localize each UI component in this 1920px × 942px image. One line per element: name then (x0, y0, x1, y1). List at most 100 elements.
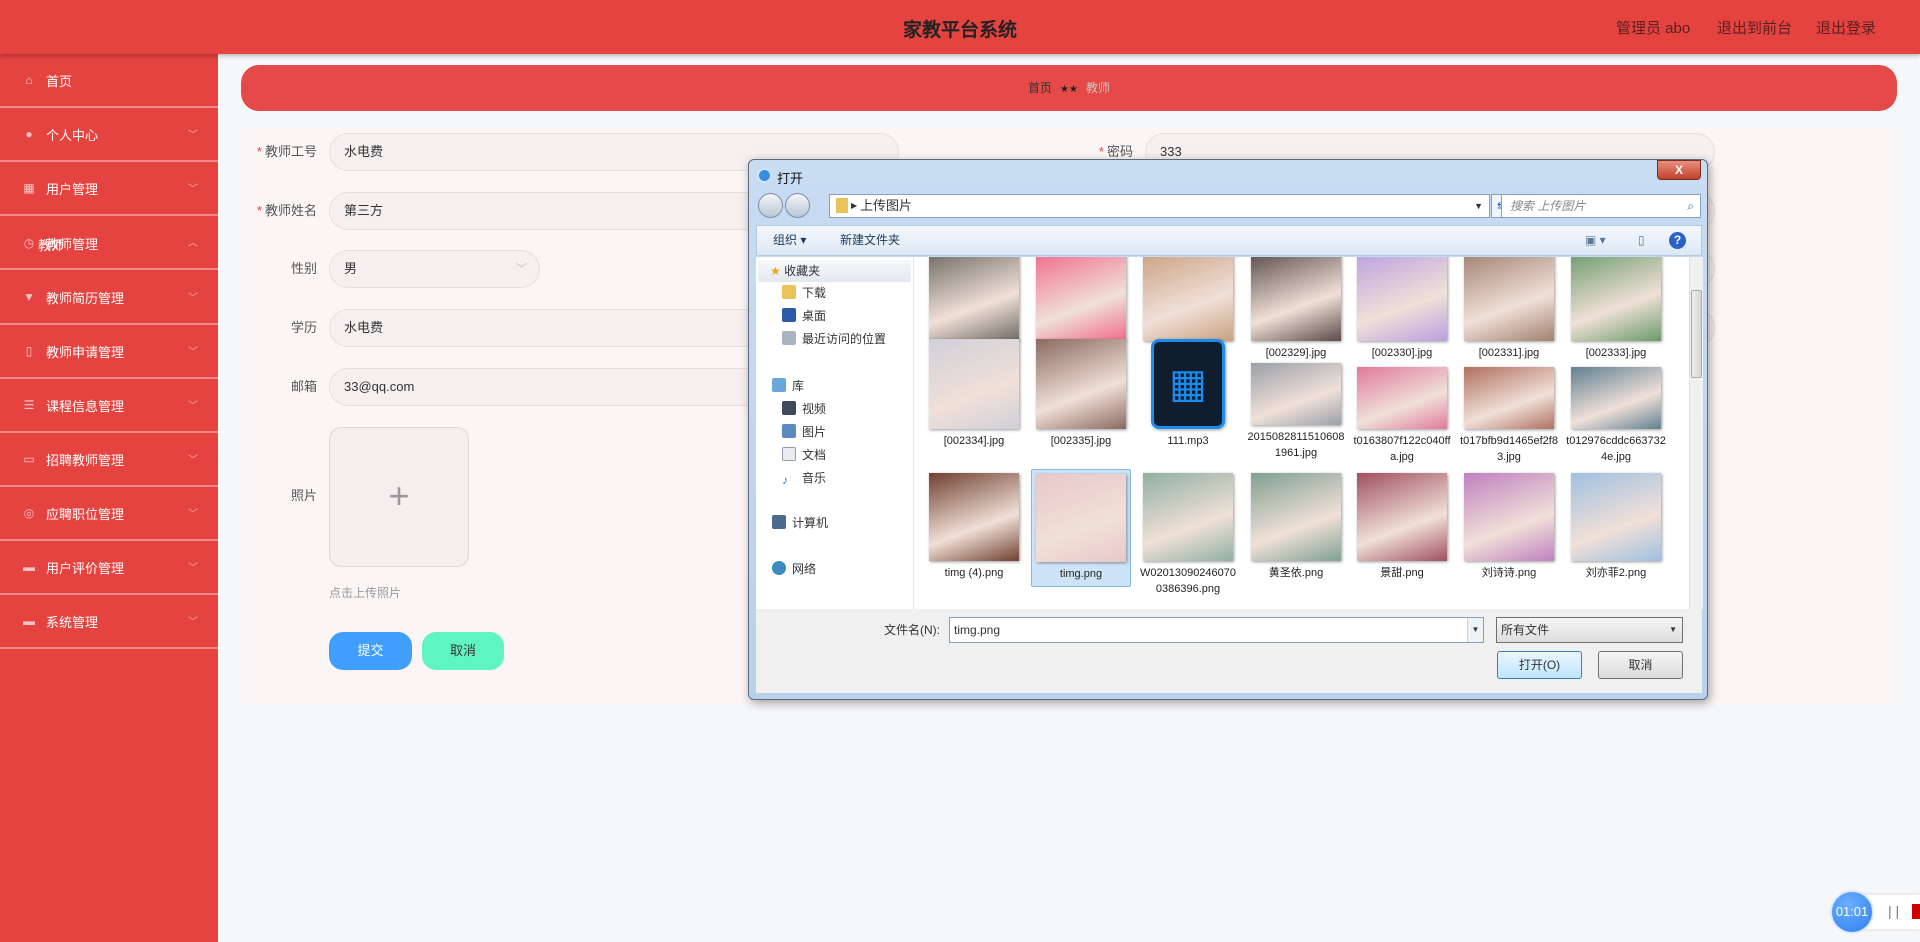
nav-computer[interactable]: 计算机 (772, 514, 828, 532)
monitor-icon: ▬ (23, 560, 35, 574)
dialog-cancel-button[interactable]: 取消 (1598, 651, 1683, 679)
desktop-icon (782, 308, 796, 322)
image-thumbnail (1571, 257, 1661, 341)
file-item[interactable]: 景甜.png (1352, 469, 1452, 585)
file-item[interactable]: timg (4).png (924, 469, 1024, 585)
sidebar-item-label: 用户管理 (46, 181, 99, 197)
admin-user-link[interactable]: 管理员 abo (1616, 17, 1690, 38)
recording-timer[interactable]: 01:01 (1830, 890, 1874, 934)
chevron-icon: ﹀ (188, 563, 198, 574)
sidebar-item-6[interactable]: ☰ 课程信息管理 ﹀ (0, 379, 218, 433)
help-icon[interactable]: ? (1669, 232, 1686, 249)
file-item[interactable]: t012976cddc6637324e.jpg (1566, 335, 1666, 469)
view-options-icon[interactable]: ▣ ▾ (1585, 226, 1606, 255)
nav-documents[interactable]: 文档 (782, 446, 826, 464)
cancel-button[interactable]: 取消 (422, 632, 504, 670)
scrollbar-thumb[interactable] (1691, 290, 1702, 378)
sidebar-subitem-teacher[interactable]: 教师 (0, 222, 218, 270)
image-thumbnail (1251, 257, 1341, 341)
filename-dropdown-icon[interactable]: ▼ (1467, 618, 1483, 642)
file-item[interactable]: 刘亦菲2.png (1566, 469, 1666, 585)
file-name: [002335].jpg (1050, 435, 1112, 447)
file-item[interactable]: 黄圣依.png (1246, 469, 1346, 585)
file-name: 111.mp3 (1167, 435, 1209, 447)
email-label: 邮箱 (290, 379, 317, 394)
file-name: timg.png (1059, 568, 1103, 580)
sidebar-item-1[interactable]: ● 个人中心 ﹀ (0, 108, 218, 162)
image-thumbnail (1143, 257, 1233, 341)
chevron-icon: ﹀ (188, 184, 198, 195)
chevron-icon: ﹀ (188, 401, 198, 412)
file-name: t0163807f122c040ffa.jpg (1353, 435, 1451, 463)
sidebar-item-5[interactable]: ▯ 教师申请管理 ﹀ (0, 325, 218, 379)
sidebar-item-2[interactable]: ▦ 用户管理 ﹀ (0, 162, 218, 216)
nav-libraries[interactable]: 库 (772, 377, 804, 395)
music-icon: ♪ (782, 473, 788, 487)
file-item[interactable]: [002334].jpg (924, 335, 1024, 453)
nav-pictures[interactable]: 图片 (782, 423, 826, 441)
image-thumbnail (929, 257, 1019, 341)
address-dropdown-icon[interactable]: ▼ (1474, 195, 1483, 217)
gender-select[interactable]: 男 ﹀ (329, 250, 540, 288)
photo-upload-button[interactable]: + (329, 427, 469, 567)
sidebar-item-10[interactable]: ▬ 系统管理 ﹀ (0, 595, 218, 649)
image-thumbnail (1571, 473, 1661, 561)
nav-favorites[interactable]: ★ 收藏夹 (758, 260, 911, 282)
breadcrumb-home[interactable]: 首页 (1028, 81, 1052, 95)
forward-button[interactable] (785, 193, 810, 218)
audio-file-icon: ▦ (1151, 339, 1225, 429)
dialog-close-button[interactable]: X (1657, 160, 1701, 180)
logout-link[interactable]: 退出登录 (1816, 17, 1876, 38)
address-bar[interactable]: ▶ 上传图片 ▼ (829, 194, 1490, 218)
preview-pane-icon[interactable]: ▯ (1638, 226, 1645, 255)
monitor-icon: ▬ (23, 614, 35, 628)
file-item[interactable]: [002335].jpg (1031, 335, 1131, 453)
nav-desktop[interactable]: 桌面 (782, 307, 826, 325)
search-input[interactable]: 搜索 上传图片 ⌕ (1501, 194, 1701, 218)
file-item[interactable]: 20150828115106081961.jpg (1246, 335, 1346, 465)
nav-recent[interactable]: 最近访问的位置 (782, 330, 886, 348)
file-name: 景甜.png (1380, 567, 1424, 579)
sidebar-item-4[interactable]: ▼ 教师简历管理 ﹀ (0, 271, 218, 325)
exit-to-front-link[interactable]: 退出到前台 (1717, 17, 1792, 38)
sidebar-item-0[interactable]: ⌂ 首页 (0, 54, 218, 108)
file-item[interactable]: 刘诗诗.png (1459, 469, 1559, 585)
nav-music[interactable]: ♪ 音乐 (782, 469, 826, 487)
organize-button[interactable]: 组织 ▾ (773, 226, 806, 255)
sidebar-item-label: 用户评价管理 (46, 560, 125, 576)
sidebar-item-7[interactable]: ▭ 招聘教师管理 ﹀ (0, 433, 218, 487)
open-button[interactable]: 打开(O) (1497, 651, 1582, 679)
search-icon: ⌕ (1687, 199, 1694, 213)
sidebar-item-8[interactable]: ◎ 应聘职位管理 ﹀ (0, 487, 218, 541)
image-thumbnail (1464, 367, 1554, 429)
sidebar-item-9[interactable]: ▬ 用户评价管理 ﹀ (0, 541, 218, 595)
file-item[interactable]: t017bfb9d1465ef2f83.jpg (1459, 335, 1559, 469)
file-item[interactable]: timg.png (1031, 469, 1131, 587)
sidebar-item-label: 教师申请管理 (46, 344, 125, 360)
nav-videos[interactable]: 视频 (782, 400, 826, 418)
list-icon: ☰ (23, 398, 35, 412)
computer-icon (772, 515, 786, 529)
pause-icon[interactable]: | | (1888, 903, 1899, 919)
new-folder-button[interactable]: 新建文件夹 (840, 226, 900, 255)
file-item[interactable]: ▦ 111.mp3 (1138, 335, 1238, 453)
file-item[interactable]: W020130902460700386396.png (1138, 469, 1238, 601)
navigation-pane: ★ 收藏夹 下载 桌面 最近访问的位置 库 视频 图片 文档 ♪ 音乐 计算机 网… (756, 257, 914, 609)
filename-input[interactable]: timg.png ▼ (949, 617, 1484, 643)
file-name: 20150828115106081961.jpg (1247, 431, 1345, 459)
target-icon: ◎ (23, 506, 35, 520)
teacher-name-label: * 教师姓名 (256, 203, 317, 218)
file-item[interactable]: t0163807f122c040ffa.jpg (1352, 335, 1452, 469)
back-button[interactable] (758, 193, 783, 218)
nav-downloads[interactable]: 下载 (782, 284, 826, 302)
submit-button[interactable]: 提交 (329, 632, 412, 670)
stop-icon[interactable] (1912, 904, 1920, 919)
chevron-down-icon: ▼ (1669, 625, 1677, 634)
nav-network[interactable]: 网络 (772, 560, 816, 578)
user-icon: ● (25, 127, 33, 141)
teacher-no-label: * 教师工号 (256, 144, 317, 159)
file-type-select[interactable]: 所有文件 ▼ (1496, 617, 1683, 643)
download-folder-icon (782, 285, 796, 299)
top-header: 家教平台系统 管理员 abo 退出到前台 退出登录 (0, 0, 1920, 54)
sidebar-item-label: 系统管理 (46, 614, 99, 630)
